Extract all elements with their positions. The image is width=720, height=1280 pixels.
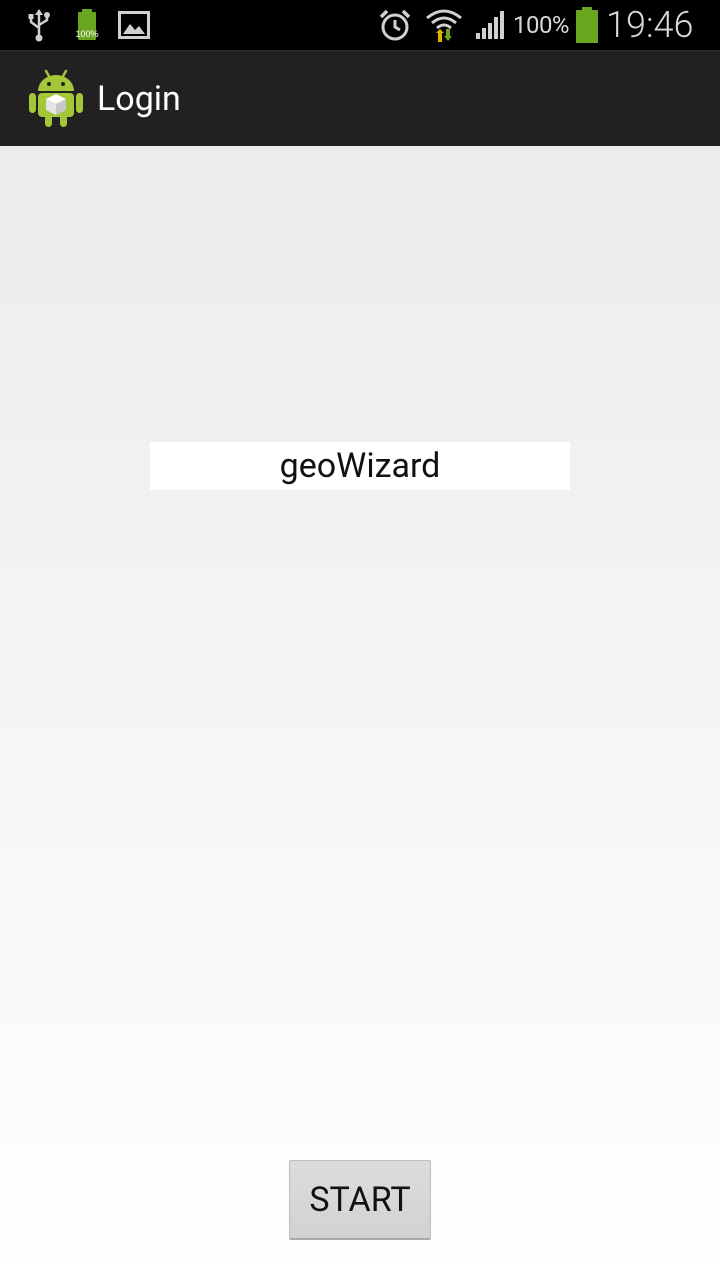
- signal-icon: [472, 0, 510, 50]
- app-name-label: geoWizard: [150, 442, 570, 490]
- android-app-icon[interactable]: [26, 67, 86, 129]
- battery-percent: 100%: [512, 11, 570, 39]
- page-title: Login: [97, 79, 181, 119]
- clock-time: 19:46: [606, 4, 694, 46]
- battery-icon: [572, 0, 602, 50]
- battery-notification-label: 100%: [75, 29, 98, 39]
- alarm-icon: [376, 0, 414, 50]
- wifi-icon: [424, 0, 464, 50]
- battery-notification-icon: 100%: [70, 0, 104, 50]
- action-bar: Login: [0, 50, 720, 146]
- main-content: geoWizard START: [0, 146, 720, 1280]
- gallery-icon: [116, 0, 152, 50]
- status-bar: 100% 100% 19:46: [0, 0, 720, 50]
- usb-icon: [22, 0, 56, 50]
- start-button[interactable]: START: [289, 1160, 431, 1240]
